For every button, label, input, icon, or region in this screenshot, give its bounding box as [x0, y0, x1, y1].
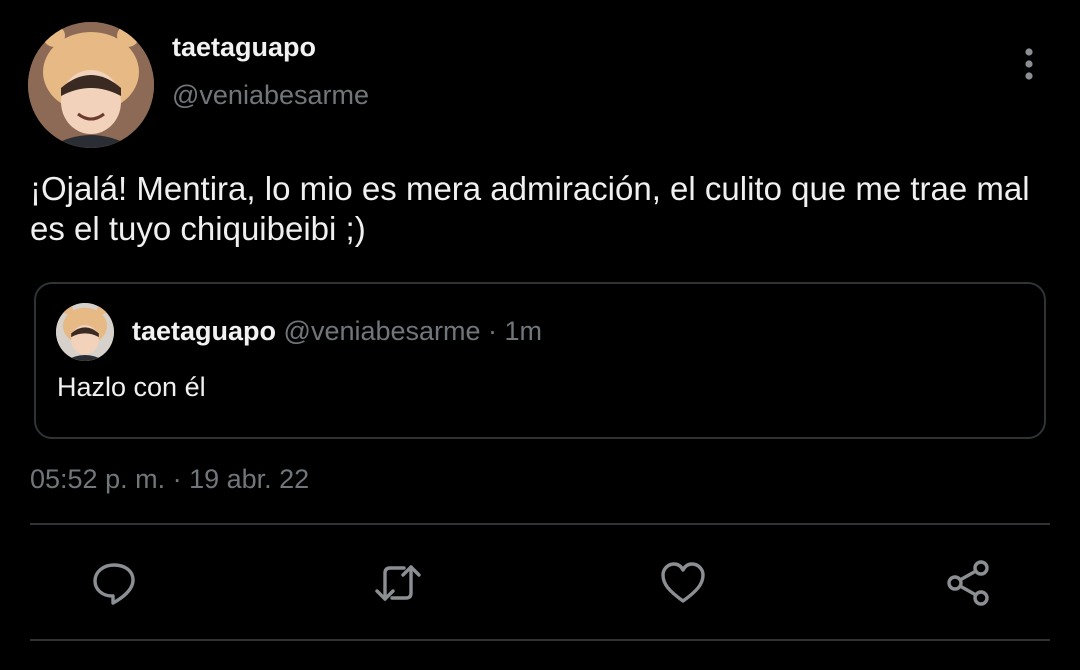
tweet-detail: taetaguapo @veniabesarme ¡Ojalá! Mentira…: [0, 0, 1080, 670]
retweet-icon: [375, 565, 421, 601]
avatar-image: [28, 22, 154, 148]
share-button[interactable]: [942, 557, 994, 609]
quoted-tweet-card[interactable]: taetaguapo @veniabesarme · 1m Hazlo con …: [34, 282, 1046, 439]
avatar[interactable]: [28, 22, 154, 148]
more-options-button[interactable]: [1014, 46, 1044, 82]
tweet-text: ¡Ojalá! Mentira, lo mio es mera admiraci…: [30, 170, 1030, 247]
like-button[interactable]: [657, 557, 709, 609]
quoted-tweet-avatar: [56, 303, 114, 361]
retweet-button[interactable]: [372, 557, 424, 609]
quoted-tweet-meta: @veniabesarme · 1m: [283, 316, 543, 346]
quoted-tweet-header: taetaguapo @veniabesarme · 1m: [132, 316, 542, 347]
tweet-timestamp[interactable]: 05:52 p. m. · 19 abr. 22: [30, 464, 309, 495]
author-handle[interactable]: @veniabesarme: [172, 80, 369, 111]
divider: [30, 523, 1050, 525]
reply-icon: [93, 563, 135, 605]
more-vertical-icon: [1025, 48, 1033, 80]
quoted-tweet-display-name: taetaguapo: [132, 316, 277, 346]
divider: [30, 639, 1050, 641]
quoted-avatar-image: [56, 303, 114, 361]
reply-button[interactable]: [88, 557, 140, 609]
quoted-tweet-text: Hazlo con él: [57, 372, 206, 402]
author-display-name[interactable]: taetaguapo: [172, 32, 316, 63]
heart-icon: [661, 562, 705, 603]
share-icon: [947, 560, 989, 606]
